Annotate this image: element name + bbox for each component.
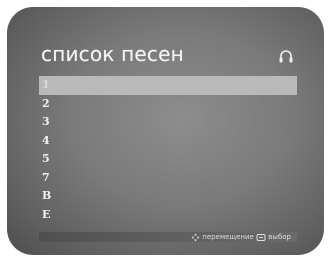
dpad-icon [191,233,200,241]
song-list: 1 2 3 4 5 7 B E [39,76,297,224]
song-label: 4 [42,133,50,147]
song-label: 7 [42,170,50,184]
song-label: 1 [42,78,50,91]
list-item[interactable]: 2 [39,95,297,114]
list-item[interactable]: 5 [39,150,297,169]
list-item[interactable]: 1 [39,76,297,95]
page-title: список песен [41,42,184,66]
song-label: 3 [42,115,50,128]
footer-hint-bar: перемещение выбор [39,232,297,242]
select-icon [256,233,266,241]
song-label: 5 [42,152,50,165]
song-label: E [42,207,51,221]
list-item[interactable]: E [39,206,297,225]
song-label: 2 [42,96,50,110]
headphones-icon [279,50,293,63]
footer-hints: перемещение выбор [191,231,291,243]
list-item[interactable]: 4 [39,132,297,151]
navigate-hint-label: перемещение [202,233,254,241]
select-hint-label: выбор [268,233,291,241]
list-item[interactable]: 7 [39,169,297,188]
song-label: B [42,189,52,202]
list-item[interactable]: 3 [39,113,297,132]
song-list-screen: список песен 1 2 3 4 5 7 B E перемещение… [7,7,324,255]
list-item[interactable]: B [39,187,297,206]
